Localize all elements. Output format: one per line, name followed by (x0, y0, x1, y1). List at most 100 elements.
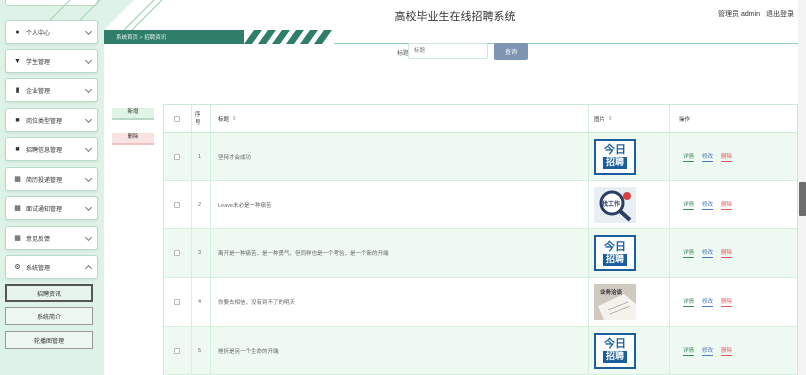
chevron-down-icon (84, 233, 93, 242)
sidebar-item-resumes[interactable]: ▦ 简历投递管理 (5, 167, 98, 191)
detail-link[interactable]: 详情 (683, 200, 695, 210)
breadcrumb: 系统首页 > 招聘资讯 (116, 35, 167, 41)
sidebar-item-label: 企业管理 (26, 88, 51, 95)
hiring-thumbnail[interactable]: 今日 招聘 (594, 138, 636, 175)
sidebar-subitem-carousel[interactable]: 轮播图管理 (5, 331, 93, 349)
scrollbar-thumb[interactable] (799, 182, 806, 216)
person-icon: ● (15, 28, 20, 36)
column-header-label: 图片 (594, 116, 606, 123)
hiring-thumbnail[interactable]: 今日 招聘 (594, 235, 636, 271)
thumb-text: 招聘 (602, 351, 627, 363)
column-header-image[interactable]: 图片 ⇕ (594, 105, 613, 132)
thumb-text: 业务洽谈 (600, 290, 623, 296)
hiring-thumbnail[interactable]: 今日 招聘 (594, 332, 636, 369)
row-checkbox[interactable] (174, 299, 180, 305)
row-checkbox[interactable] (174, 153, 180, 160)
thumb-text: 今日 (604, 239, 626, 253)
row-select-cell (174, 229, 180, 277)
sidebar-item-job-types[interactable]: ■ 岗位类型管理 (5, 108, 98, 132)
search-button[interactable]: 查询 (494, 43, 528, 60)
edit-link[interactable]: 修改 (702, 297, 714, 307)
sidebar-item-students[interactable]: ▼ 学生管理 (5, 49, 98, 73)
sidebar-item-system[interactable]: ⚙ 系统管理 (5, 255, 98, 279)
sidebar-deco (49, 0, 100, 20)
search-thumbnail[interactable]: 找工作 (594, 186, 636, 223)
row-checkbox[interactable] (174, 250, 180, 256)
row-index: 2 (198, 181, 201, 228)
row-index-text: 4 (198, 299, 202, 305)
row-ops: 详情 修改 删除 (683, 327, 740, 374)
search-input[interactable] (408, 43, 488, 59)
sidebar-item-label: 面试通知管理 (26, 206, 63, 213)
row-index-text: 5 (198, 347, 202, 354)
divider (334, 43, 806, 44)
edit-link[interactable]: 修改 (702, 346, 714, 356)
table-row[interactable]: 3 离开是一种痛苦，是一种勇气，但同样也是一个考验，是一个新的开端 今日 招聘 详情 修改… (164, 229, 797, 278)
row-title-text: 你要去相信，没有到不了的明天 (218, 300, 296, 306)
sidebar-item-feedback[interactable]: ▦ 意见反馈 (5, 226, 98, 250)
row-image: 今日 招聘 (594, 229, 636, 277)
thumb-text: 今日 (604, 143, 626, 156)
detail-link[interactable]: 详情 (683, 248, 695, 258)
row-title: 坚持才会成功 (218, 133, 578, 180)
thumb-text: 今日 (604, 337, 626, 350)
chart-icon: ▮ (15, 86, 20, 94)
work-thumbnail[interactable]: 业务洽谈 (594, 284, 636, 320)
sidebar-item-recruit-info[interactable]: ■ 招聘信息管理 (5, 137, 98, 161)
row-index-text: 1 (198, 153, 202, 160)
table-row[interactable]: 2 Leave未必是一种痛苦 找工作 详情 修改 删除 (164, 181, 797, 229)
delete-link[interactable]: 删除 (721, 200, 733, 210)
delete-button[interactable]: 删除 (112, 133, 154, 145)
sidebar-subitem-recruit-news[interactable]: 招聘资讯 (5, 284, 93, 302)
sidebar-item-personal[interactable]: ● 个人中心 (5, 20, 98, 44)
row-select-cell (174, 278, 180, 326)
select-all-checkbox[interactable] (174, 115, 180, 122)
edit-link[interactable]: 修改 (702, 152, 714, 162)
edit-link[interactable]: 修改 (702, 200, 714, 210)
sidebar-item-label: 学生管理 (26, 59, 51, 66)
row-title-text: 挫折是另一个生命的开端 (218, 348, 279, 355)
sidebar-item-companies[interactable]: ▮ 企业管理 (5, 78, 98, 102)
detail-link[interactable]: 详情 (683, 297, 695, 307)
row-checkbox[interactable] (174, 347, 180, 354)
thumb-text: 找工作 (602, 201, 621, 208)
page-title: 高校毕业生在线招聘系统 (394, 11, 516, 23)
row-title: 挫折是另一个生命的开端 (218, 327, 578, 374)
grid-icon: ▦ (14, 175, 21, 183)
user-name: 管理员 admin (718, 11, 761, 18)
chevron-up-icon (84, 264, 93, 273)
row-select-cell (174, 327, 180, 374)
chevron-down-icon (84, 174, 93, 183)
edit-link[interactable]: 修改 (702, 248, 714, 258)
row-index: 4 (198, 278, 201, 326)
delete-link[interactable]: 删除 (721, 297, 733, 307)
add-button[interactable]: 新增 (112, 108, 154, 120)
delete-link[interactable]: 删除 (721, 152, 733, 162)
table-row[interactable]: 5 挫折是另一个生命的开端 今日 招聘 详情 修改 删除 (164, 327, 797, 375)
row-title-text: Leave未必是一种痛苦 (218, 202, 272, 209)
delete-link[interactable]: 删除 (721, 346, 733, 356)
data-table: 序号 标题 ⇕ 图片 ⇕ 操作 1 坚持才会成功 今日 招聘 详情 修改 删除 2 Leave未… (163, 104, 798, 375)
table-row[interactable]: 1 坚持才会成功 今日 招聘 详情 修改 删除 (164, 133, 797, 181)
delete-link[interactable]: 删除 (721, 248, 733, 258)
settings-icon: ⚙ (14, 263, 21, 271)
detail-link[interactable]: 详情 (683, 152, 695, 162)
table-row[interactable]: 4 你要去相信，没有到不了的明天 业务洽谈详情 修改 删除 (164, 278, 797, 327)
logout-link[interactable]: 退出登录 (766, 11, 794, 18)
sidebar-item-label: 简历投递管理 (26, 177, 63, 184)
row-image: 业务洽谈 (594, 278, 636, 326)
sidebar-subitem-system-intro[interactable]: 系统简介 (5, 307, 93, 325)
row-checkbox[interactable] (174, 201, 180, 208)
thumb-text: 招聘 (602, 157, 627, 169)
detail-link[interactable]: 详情 (683, 346, 695, 356)
row-select-cell (174, 181, 180, 228)
student-icon: ▼ (14, 57, 21, 65)
sidebar-item-interviews[interactable]: ▦ 面试通知管理 (5, 196, 98, 220)
row-title: Leave未必是一种痛苦 (218, 181, 578, 228)
sidebar-subitem-label: 招聘资讯 (36, 291, 61, 298)
sidebar-subitem-label: 轮播图管理 (33, 338, 64, 345)
column-header-title[interactable]: 标题 ⇕ (218, 105, 237, 132)
briefcase-icon: ■ (15, 116, 20, 124)
column-header-label: 序号 (195, 111, 201, 126)
column-header-ops: 操作 (679, 105, 690, 132)
